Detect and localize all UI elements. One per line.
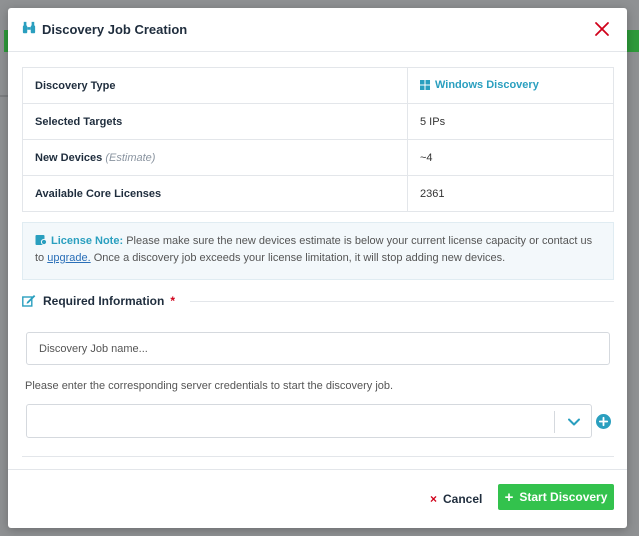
- summary-label: Available Core Licenses: [22, 175, 408, 212]
- discovery-summary-table: Discovery Type Windows Discovery Selecte…: [22, 67, 614, 212]
- discovery-type-link[interactable]: Windows Discovery: [420, 79, 539, 91]
- summary-label: Selected Targets: [22, 103, 408, 140]
- cancel-label: Cancel: [443, 492, 483, 506]
- required-information-header: Required Information *: [22, 292, 614, 310]
- cancel-icon: ×: [430, 492, 438, 506]
- dialog-header: Discovery Job Creation: [8, 8, 627, 52]
- summary-value: ~4: [407, 139, 614, 176]
- close-icon[interactable]: [593, 20, 611, 38]
- section-bottom-divider: [22, 456, 614, 457]
- license-note: License Note: Please make sure the new d…: [22, 222, 614, 280]
- discovery-job-dialog: Discovery Job Creation Discovery Type Wi…: [8, 8, 627, 528]
- table-row: New Devices (Estimate) ~4: [22, 139, 614, 176]
- table-row: Selected Targets 5 IPs: [22, 103, 614, 140]
- windows-icon: [420, 79, 430, 90]
- select-divider: [554, 411, 555, 433]
- required-information-label: Required Information: [43, 294, 165, 308]
- license-note-title: License Note:: [51, 235, 124, 247]
- summary-value: Windows Discovery: [407, 67, 614, 104]
- license-icon: [35, 235, 47, 246]
- job-name-input[interactable]: [26, 332, 610, 365]
- plus-icon: +: [504, 488, 514, 506]
- start-discovery-button[interactable]: + Start Discovery: [498, 484, 614, 510]
- summary-label: Discovery Type: [22, 67, 408, 104]
- estimate-note: (Estimate): [105, 151, 156, 164]
- section-divider: [190, 301, 614, 302]
- start-discovery-label: Start Discovery: [519, 490, 608, 504]
- table-row: Available Core Licenses 2361: [22, 175, 614, 212]
- table-row: Discovery Type Windows Discovery: [22, 67, 614, 104]
- section-title: Required Information *: [43, 294, 175, 308]
- upgrade-link[interactable]: upgrade.: [47, 252, 90, 264]
- credentials-hint: Please enter the corresponding server cr…: [25, 380, 394, 392]
- required-marker: *: [170, 294, 176, 308]
- new-devices-label: New Devices: [35, 151, 103, 164]
- credentials-select[interactable]: [26, 404, 592, 438]
- add-credential-button[interactable]: [596, 414, 611, 429]
- dialog-title: Discovery Job Creation: [42, 22, 188, 37]
- background-divider: [0, 95, 8, 97]
- summary-value: 5 IPs: [407, 103, 614, 140]
- cancel-button[interactable]: × Cancel: [430, 488, 482, 510]
- license-note-text-end: Once a discovery job exceeds your licens…: [90, 252, 506, 264]
- summary-value: 2361: [407, 175, 614, 212]
- footer-divider: [8, 469, 627, 470]
- binoculars-icon: [22, 21, 36, 34]
- summary-label: New Devices (Estimate): [22, 139, 408, 176]
- discovery-type-value: Windows Discovery: [435, 78, 539, 91]
- chevron-down-icon[interactable]: [567, 415, 581, 429]
- background-button-right: [625, 30, 639, 52]
- edit-icon: [22, 295, 36, 307]
